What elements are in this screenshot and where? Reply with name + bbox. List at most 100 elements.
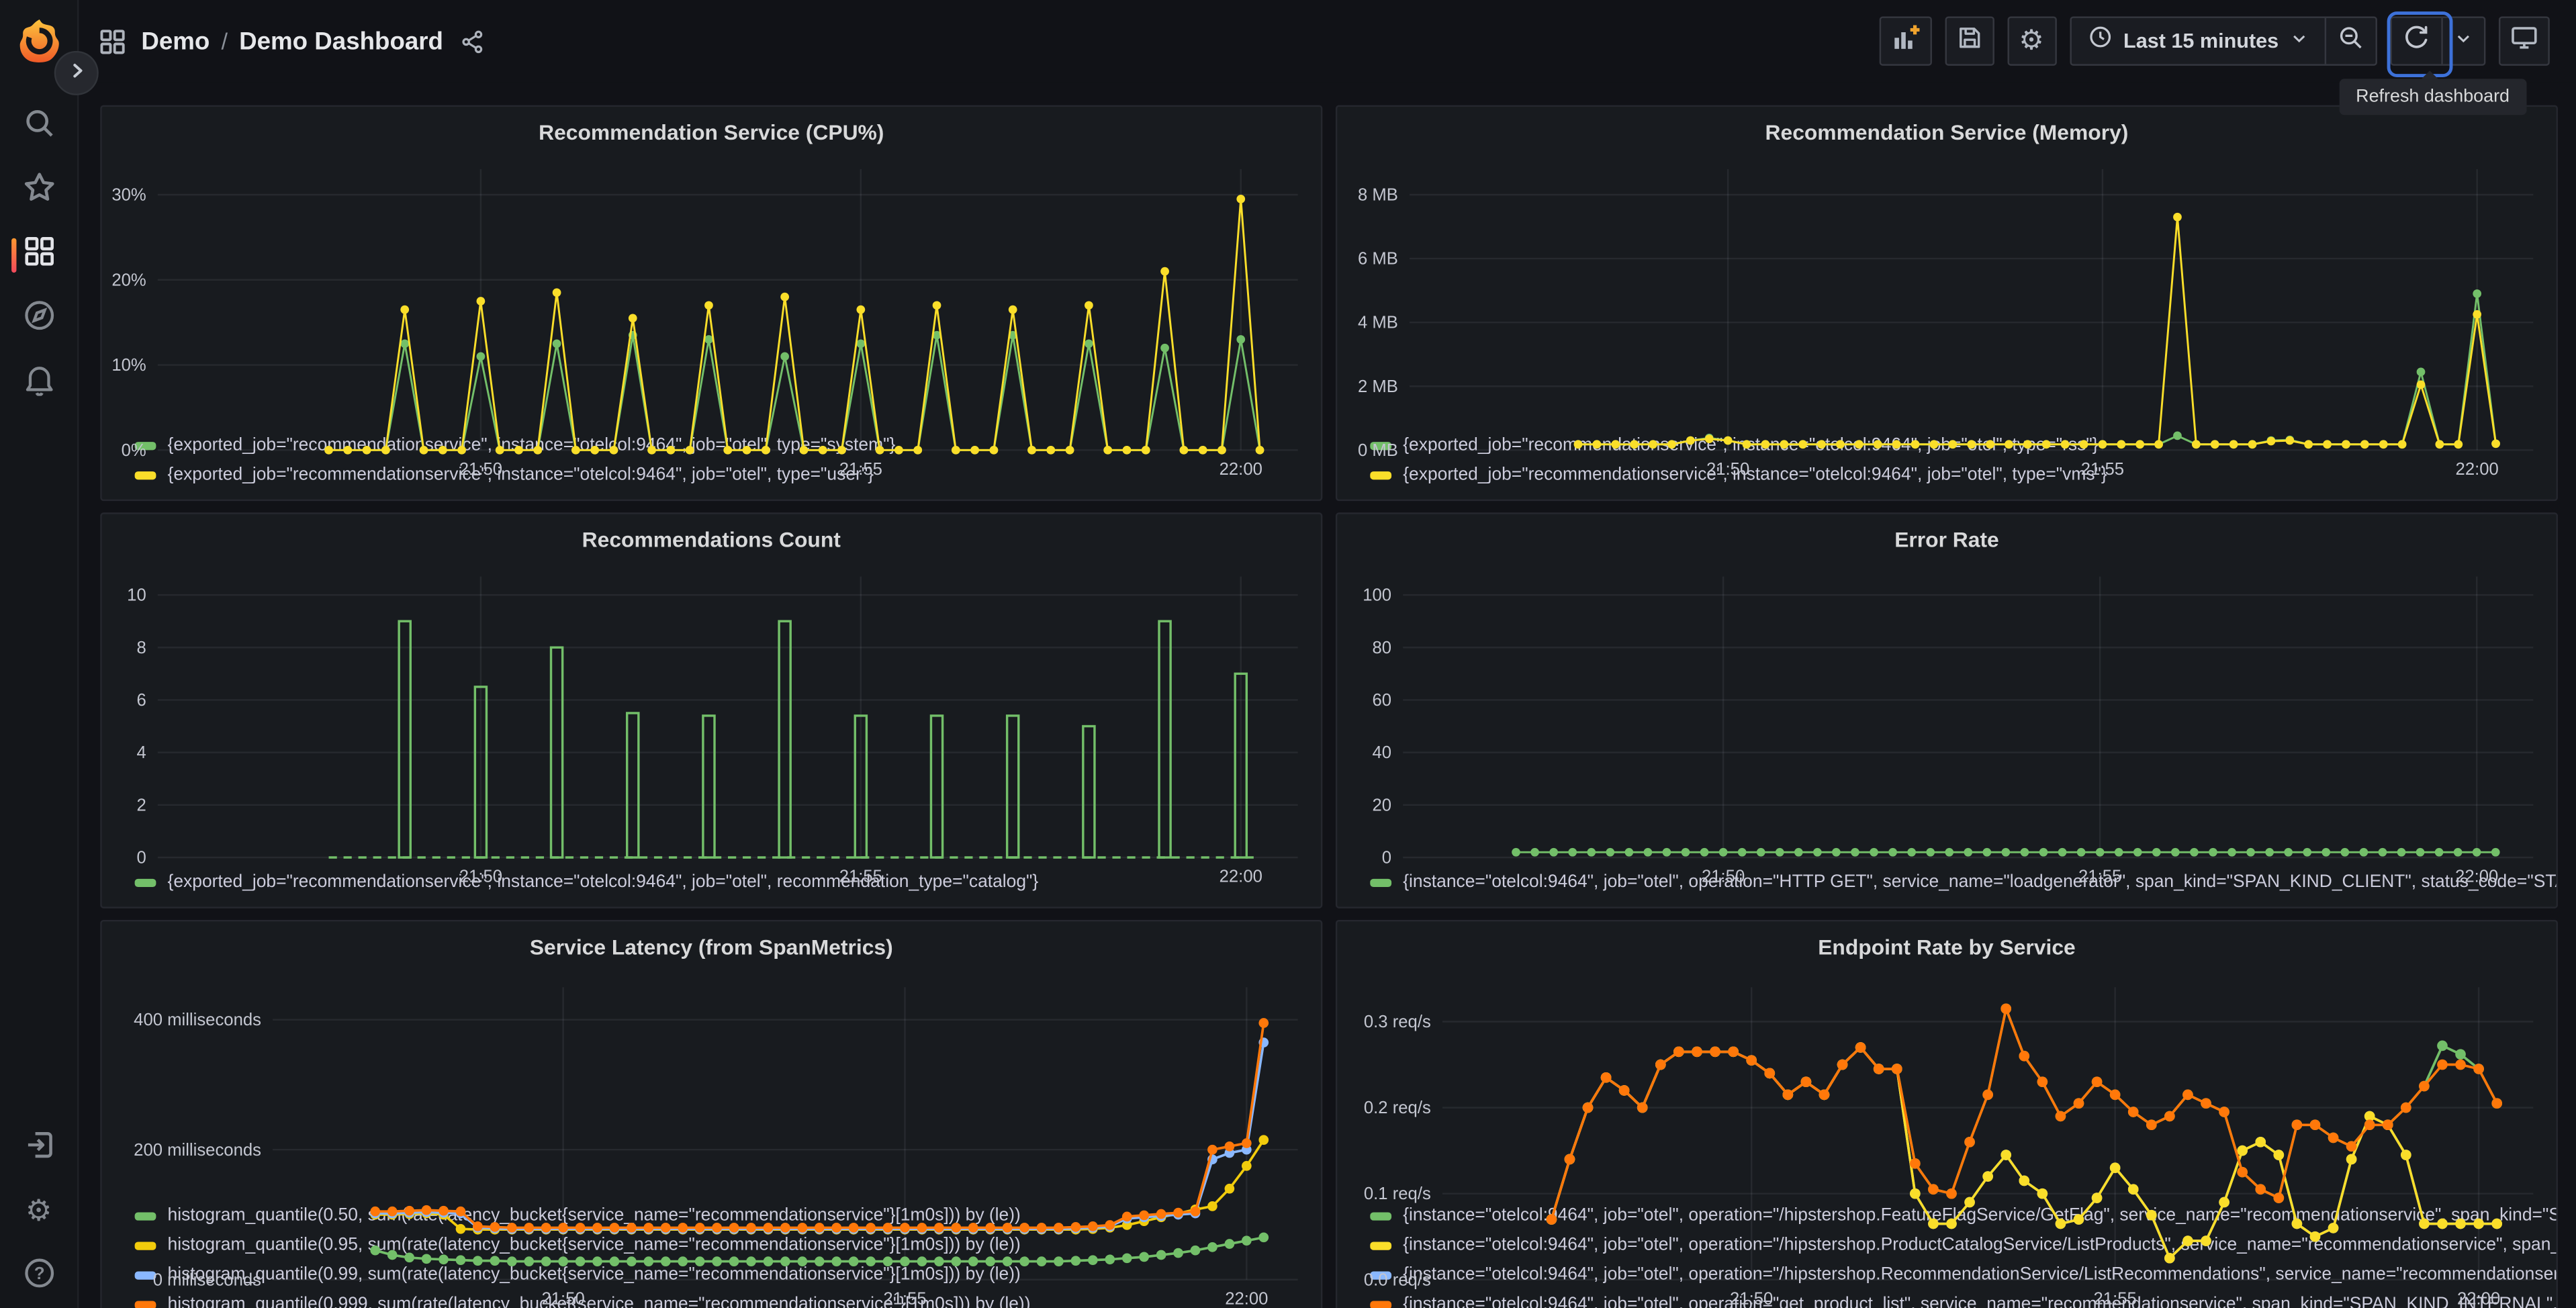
svg-text:0.2 req/s: 0.2 req/s xyxy=(1364,1099,1431,1117)
refresh-dashboard-button[interactable] xyxy=(2392,18,2441,64)
panel-recommendation-service-cpu: Recommendation Service (CPU%) 21:50 21:55… xyxy=(100,105,1323,502)
panel-service-latency: Service Latency (from SpanMetrics) 21:50… xyxy=(100,919,1323,1308)
svg-text:6 MB: 6 MB xyxy=(1358,250,1398,269)
panel-error-rate: Error Rate 21:50 21:55 22:00 0 20 40 60 80 100 {… xyxy=(1335,512,2559,908)
svg-text:100: 100 xyxy=(1363,586,1391,605)
svg-text:2 MB: 2 MB xyxy=(1358,377,1398,396)
refresh-group xyxy=(2387,11,2486,77)
star-icon xyxy=(22,171,55,212)
svg-text:200 milliseconds: 200 milliseconds xyxy=(134,1141,261,1160)
zoom-out-icon xyxy=(2338,24,2364,58)
svg-text:21:55: 21:55 xyxy=(883,1289,926,1308)
svg-text:4 MB: 4 MB xyxy=(1358,314,1398,332)
cpu-chart[interactable]: 21:50 21:55 22:00 0% 10% 20% 30% xyxy=(102,150,1321,479)
chart-canvas: 21:50 21:55 22:00 0 2 4 6 8 10 xyxy=(127,576,1298,886)
zoom-out-button[interactable] xyxy=(2326,18,2375,64)
tv-icon xyxy=(2510,23,2538,59)
add-panel-icon xyxy=(1890,22,1920,60)
svg-text:8: 8 xyxy=(136,639,146,657)
gear-icon: ⚙ xyxy=(25,1194,52,1229)
svg-text:40: 40 xyxy=(1373,743,1392,762)
sidebar-expand-button[interactable] xyxy=(54,50,99,95)
svg-text:0: 0 xyxy=(136,849,146,868)
svg-text:0 milliseconds: 0 milliseconds xyxy=(153,1270,261,1289)
chevron-right-icon xyxy=(66,58,86,88)
refresh-interval-dropdown[interactable] xyxy=(2443,18,2484,64)
svg-text:21:55: 21:55 xyxy=(839,460,882,479)
recommendations-count-chart[interactable]: 21:50 21:55 22:00 0 2 4 6 8 10 xyxy=(102,557,1321,886)
svg-text:2: 2 xyxy=(136,796,146,814)
dashboards-grid-icon xyxy=(22,235,55,276)
svg-text:22:00: 22:00 xyxy=(1225,1289,1268,1308)
sidebar-item-help[interactable]: ? xyxy=(0,1244,77,1308)
toolbar: ⚙ Last 15 minutes xyxy=(1878,11,2550,77)
add-panel-button[interactable] xyxy=(1878,16,1931,66)
sidebar-item-starred[interactable] xyxy=(0,159,77,223)
time-range-picker[interactable]: Last 15 minutes xyxy=(2071,18,2325,64)
panel-endpoint-rate: Endpoint Rate by Service 21:50 21:55 22:00… xyxy=(1335,919,2559,1308)
time-range-label: Last 15 minutes xyxy=(2123,30,2279,53)
grafana-app: ⚙ ? Demo / Demo Dashboard ⚙ Last 15 minu… xyxy=(0,0,2576,1308)
svg-text:21:50: 21:50 xyxy=(1706,460,1749,479)
svg-text:0%: 0% xyxy=(122,441,146,460)
breadcrumb-folder[interactable]: Demo xyxy=(141,27,210,55)
sidebar-item-explore[interactable] xyxy=(0,287,77,351)
svg-text:21:50: 21:50 xyxy=(1730,1289,1773,1308)
grafana-logo-icon[interactable] xyxy=(14,16,63,65)
panel-title[interactable]: Recommendation Service (CPU%) xyxy=(102,107,1321,150)
service-latency-chart[interactable]: 21:50 21:55 22:00 0 milliseconds 200 millise… xyxy=(102,964,1321,1308)
svg-text:0.3 req/s: 0.3 req/s xyxy=(1364,1013,1431,1031)
breadcrumb-dashboard[interactable]: Demo Dashboard xyxy=(239,27,443,55)
svg-text:4: 4 xyxy=(136,743,146,762)
sign-in-icon xyxy=(22,1127,55,1168)
panel-title[interactable]: Error Rate xyxy=(1337,514,2556,557)
help-icon: ? xyxy=(22,1256,55,1297)
svg-text:22:00: 22:00 xyxy=(1220,868,1262,886)
sidebar-item-alerting[interactable] xyxy=(0,352,77,416)
svg-text:21:55: 21:55 xyxy=(2081,460,2124,479)
svg-text:30%: 30% xyxy=(111,186,146,205)
svg-text:21:55: 21:55 xyxy=(2078,868,2121,886)
bell-icon xyxy=(22,363,55,404)
memory-chart[interactable]: 21:50 21:55 22:00 0 MB 2 MB 4 MB 6 MB 8 MB xyxy=(1337,150,2556,479)
header: Demo / Demo Dashboard ⚙ Last 15 minutes xyxy=(77,0,2576,83)
save-dashboard-button[interactable] xyxy=(1944,16,1994,66)
svg-text:0.0 req/s: 0.0 req/s xyxy=(1364,1270,1431,1289)
share-icon[interactable] xyxy=(459,29,484,54)
sidebar-item-search[interactable] xyxy=(0,95,77,159)
svg-text:400 milliseconds: 400 milliseconds xyxy=(134,1011,261,1029)
panel-title[interactable]: Endpoint Rate by Service xyxy=(1337,921,2556,964)
sidebar-item-dashboards[interactable] xyxy=(0,224,77,287)
chevron-down-icon xyxy=(2454,26,2473,56)
svg-text:0: 0 xyxy=(1382,849,1391,868)
sidebar-item-sign-in[interactable] xyxy=(0,1116,77,1180)
svg-text:6: 6 xyxy=(136,691,146,710)
chart-canvas: 21:50 21:55 22:00 0 MB 2 MB 4 MB 6 MB 8 MB xyxy=(1358,169,2534,479)
kiosk-mode-button[interactable] xyxy=(2498,16,2550,66)
panel-title[interactable]: Recommendations Count xyxy=(102,514,1321,557)
refresh-icon xyxy=(2403,24,2430,58)
compass-icon xyxy=(22,299,55,340)
endpoint-rate-chart[interactable]: 21:50 21:55 22:00 0.0 req/s 0.1 req/s 0.2 req… xyxy=(1337,964,2556,1308)
chevron-down-icon xyxy=(2290,26,2308,56)
svg-text:8 MB: 8 MB xyxy=(1358,186,1398,205)
tooltip-text: Refresh dashboard xyxy=(2356,87,2510,107)
panel-recommendation-service-memory: Recommendation Service (Memory) 21:50 21:… xyxy=(1335,105,2559,502)
dashboard-grid-icon xyxy=(99,27,127,55)
panel-title[interactable]: Service Latency (from SpanMetrics) xyxy=(102,921,1321,964)
svg-text:20: 20 xyxy=(1373,796,1392,814)
svg-text:21:55: 21:55 xyxy=(2094,1289,2137,1308)
chart-canvas: 21:50 21:55 22:00 0 20 40 60 80 100 xyxy=(1363,576,2534,886)
breadcrumb-separator: / xyxy=(221,28,228,54)
svg-text:22:00: 22:00 xyxy=(2457,1289,2500,1308)
svg-text:0 MB: 0 MB xyxy=(1358,441,1398,460)
dashboard-settings-button[interactable]: ⚙ xyxy=(2007,16,2056,66)
error-rate-chart[interactable]: 21:50 21:55 22:00 0 20 40 60 80 100 xyxy=(1337,557,2556,886)
svg-text:22:00: 22:00 xyxy=(2455,868,2498,886)
chart-canvas: 21:50 21:55 22:00 0% 10% 20% 30% xyxy=(111,169,1298,479)
svg-text:21:50: 21:50 xyxy=(542,1289,585,1308)
sidebar-item-configuration[interactable]: ⚙ xyxy=(0,1180,77,1244)
svg-text:60: 60 xyxy=(1373,691,1392,710)
refresh-tooltip: Refresh dashboard xyxy=(2339,71,2526,115)
search-icon xyxy=(22,107,55,148)
